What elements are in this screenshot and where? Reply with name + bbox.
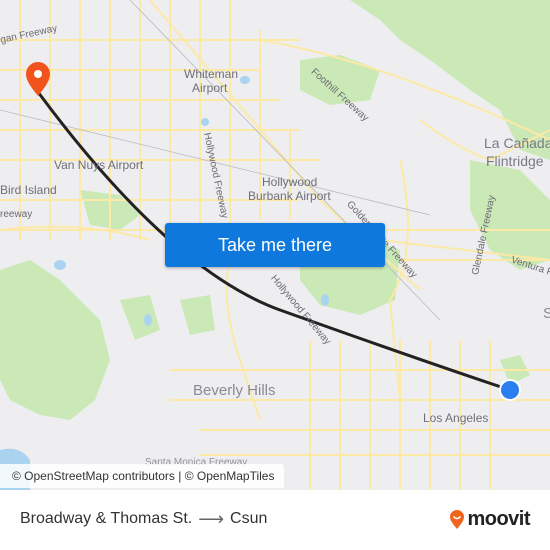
- map-attribution[interactable]: © OpenStreetMap contributors | © OpenMap…: [0, 464, 285, 488]
- origin-marker-icon[interactable]: [499, 379, 521, 401]
- map-label-bird-island: Bird Island: [0, 183, 57, 197]
- map-label-los-angeles: Los Angeles: [423, 411, 489, 425]
- map-label-s-edge: S: [543, 305, 550, 322]
- moovit-wordmark: moovit: [467, 508, 530, 530]
- map[interactable]: gan Freeway Whiteman Airport Foothill Fr…: [0, 0, 550, 490]
- moovit-pin-icon: [450, 509, 465, 529]
- map-label-whiteman-airport-2: Airport: [192, 81, 228, 95]
- footer: Broadway & Thomas St. ⟶ Csun moovit: [0, 490, 550, 550]
- origin-name: Broadway & Thomas St.: [20, 510, 193, 527]
- take-me-there-button[interactable]: Take me there: [165, 223, 385, 267]
- map-label-burbank-airport: Burbank Airport: [248, 189, 331, 203]
- moovit-logo[interactable]: moovit: [449, 508, 530, 531]
- map-label-whiteman-airport: Whiteman: [184, 67, 239, 81]
- map-label-hollywood-burbank: Hollywood: [262, 175, 318, 189]
- destination-name: Csun: [230, 510, 268, 527]
- map-label-freeway-left: reeway: [0, 209, 33, 220]
- map-label-flintridge: Flintridge: [486, 153, 544, 169]
- map-label-van-nuys-airport: Van Nuys Airport: [54, 158, 144, 172]
- parks: [0, 0, 550, 420]
- map-label-la-canada: La Cañada: [484, 135, 550, 151]
- arrow-right-icon: ⟶: [198, 509, 225, 529]
- map-label-beverly-hills: Beverly Hills: [193, 382, 276, 399]
- destination-pin-icon[interactable]: [26, 62, 50, 96]
- route-summary: Broadway & Thomas St. ⟶ Csun: [20, 510, 267, 528]
